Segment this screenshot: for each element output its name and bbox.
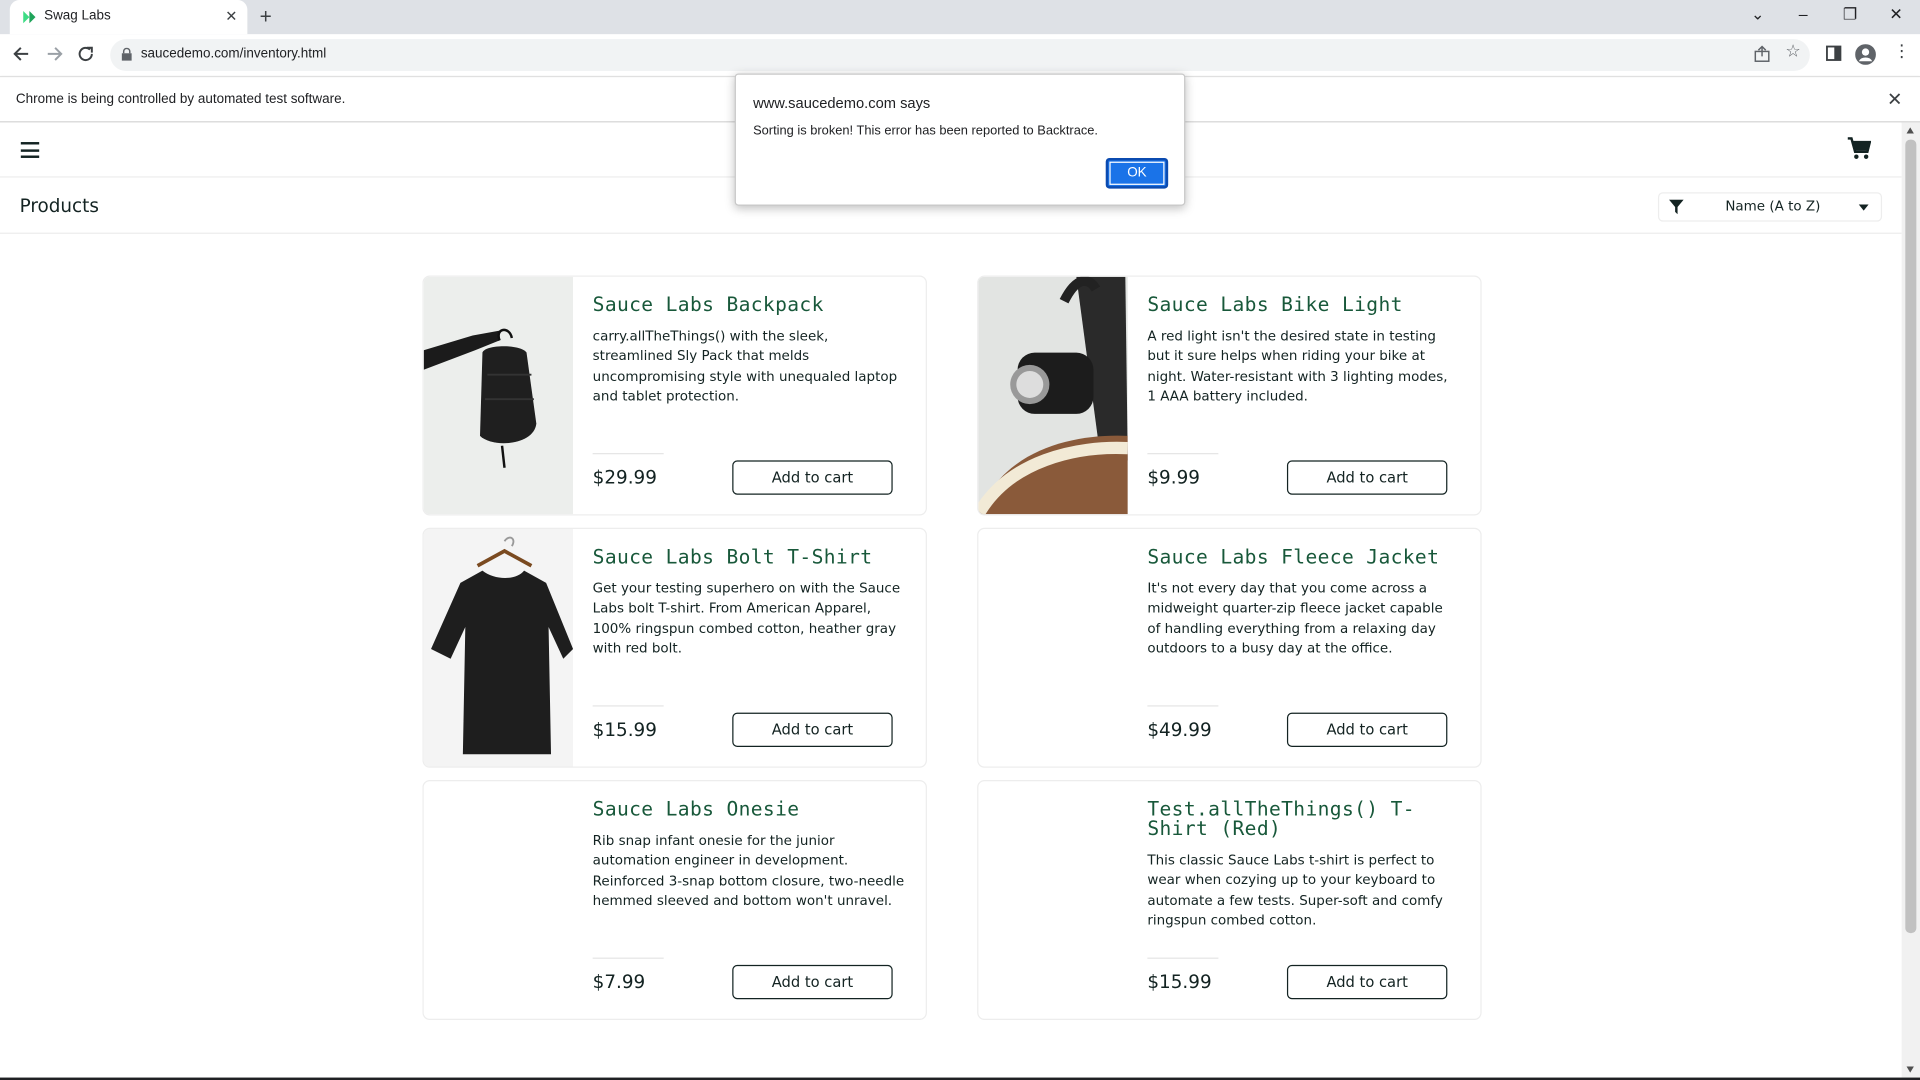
scroll-down-icon[interactable] (1906, 1066, 1914, 1073)
product-image-red-tshirt[interactable] (978, 781, 1127, 1019)
menu-dots-icon[interactable]: ⋮ (1893, 42, 1910, 62)
product-price: $15.99 (1147, 971, 1212, 994)
sort-select[interactable]: Name (A to Z) (1657, 192, 1883, 222)
price-divider (1147, 453, 1219, 455)
product-image-fleece-jacket[interactable] (978, 529, 1127, 767)
share-icon[interactable] (1753, 45, 1770, 62)
minimize-icon[interactable]: – (1799, 5, 1808, 23)
page-scrollbar[interactable] (1901, 122, 1920, 1080)
infobar-message: Chrome is being controlled by automated … (15, 91, 346, 107)
address-bar[interactable]: saucedemo.com/inventory.html (110, 39, 1810, 72)
lock-icon (121, 47, 132, 61)
side-panel-icon[interactable] (1826, 45, 1842, 61)
product-name-link[interactable]: Sauce Labs Fleece Jacket (1147, 547, 1459, 567)
add-to-cart-button[interactable]: Add to cart (732, 964, 893, 1000)
dialog-ok-button[interactable]: OK (1105, 157, 1169, 189)
scrollbar-thumb[interactable] (1905, 139, 1917, 934)
product-image-bike-light[interactable] (978, 276, 1128, 515)
dialog-title: www.saucedemo.com says (753, 94, 931, 112)
inventory-item: Sauce Labs Fleece Jacket It's not every … (977, 527, 1482, 768)
price-divider (592, 705, 664, 707)
restore-icon[interactable]: ❐ (1843, 5, 1857, 25)
add-to-cart-button[interactable]: Add to cart (732, 460, 893, 495)
product-description: It's not every day that you come across … (1147, 580, 1443, 657)
reload-icon[interactable] (75, 43, 97, 65)
product-image-bolt-tshirt[interactable] (423, 528, 574, 767)
bookmark-star-icon[interactable]: ☆ (1785, 42, 1800, 62)
dialog-message: Sorting is broken! This error has been r… (753, 123, 1099, 139)
product-price: $29.99 (592, 466, 657, 489)
alert-dialog: www.saucedemo.com says Sorting is broken… (734, 73, 1186, 206)
product-price: $15.99 (592, 718, 657, 741)
infobar-close-icon[interactable]: ✕ (1887, 88, 1902, 110)
inventory-page: Products Name (A to Z) Sauce Labs Backpa… (0, 122, 1902, 1080)
add-to-cart-button[interactable]: Add to cart (1286, 712, 1448, 747)
shopping-cart-icon[interactable] (1847, 137, 1872, 159)
add-to-cart-button[interactable]: Add to cart (732, 712, 893, 747)
product-price: $49.99 (1147, 718, 1212, 741)
hamburger-menu-icon[interactable] (20, 142, 40, 158)
tab-close-icon[interactable]: ✕ (225, 7, 237, 24)
product-description: carry.allTheThings() with the sleek, str… (592, 328, 898, 404)
page-title: Products (19, 194, 99, 217)
tab-title: Swag Labs (44, 8, 111, 24)
profile-avatar-icon[interactable] (1855, 44, 1876, 65)
product-name-link[interactable]: Sauce Labs Bolt T-Shirt (593, 547, 905, 567)
chevron-down-icon (1858, 204, 1869, 211)
inventory-item: Sauce Labs Bolt T-Shirt Get your testing… (422, 527, 927, 768)
inventory-item: Sauce Labs Backpack carry.allTheThings()… (422, 275, 927, 516)
swag-labs-logo-icon (23, 11, 36, 24)
close-window-icon[interactable]: ✕ (1889, 5, 1902, 25)
add-to-cart-button[interactable]: Add to cart (1286, 460, 1448, 495)
forward-icon[interactable] (43, 43, 65, 65)
product-description: This classic Sauce Labs t-shirt is perfe… (1147, 852, 1443, 929)
product-image-backpack[interactable] (423, 276, 574, 515)
inventory-item: Sauce Labs Onesie Rib snap infant onesie… (422, 780, 927, 1021)
scroll-up-icon[interactable] (1906, 127, 1914, 134)
product-description: A red light isn't the desired state in t… (1147, 328, 1448, 404)
price-divider (592, 453, 664, 455)
product-name-link[interactable]: Sauce Labs Onesie (593, 799, 905, 820)
browser-toolbar: saucedemo.com/inventory.html ☆ ⋮ (0, 34, 1920, 76)
price-divider (1147, 957, 1219, 959)
url-text: saucedemo.com/inventory.html (140, 46, 327, 62)
back-icon[interactable] (11, 43, 33, 65)
product-description: Get your testing superhero on with the S… (592, 580, 901, 657)
inventory-item: Test.allTheThings() T-Shirt (Red) This c… (977, 780, 1482, 1021)
product-name-link[interactable]: Sauce Labs Backpack (593, 294, 905, 315)
product-description: Rib snap infant onesie for the junior au… (592, 832, 905, 909)
filter-icon (1668, 199, 1684, 215)
product-price: $9.99 (1147, 466, 1200, 489)
tab-search-icon[interactable]: ⌄ (1751, 5, 1764, 25)
product-price: $7.99 (592, 971, 646, 994)
browser-window: Swag Labs ✕ + ⌄ – ❐ ✕ saucedemo.com/inve… (0, 0, 1920, 1080)
new-tab-icon[interactable]: + (260, 5, 272, 29)
tab-strip: Swag Labs ✕ + ⌄ – ❐ ✕ (0, 0, 1920, 35)
inventory-item: Sauce Labs Bike Light A red light isn't … (977, 275, 1482, 516)
product-name-link[interactable]: Sauce Labs Bike Light (1147, 294, 1459, 315)
add-to-cart-button[interactable]: Add to cart (1286, 964, 1448, 1000)
price-divider (1147, 705, 1219, 707)
price-divider (592, 957, 664, 959)
sort-selected-value: Name (A to Z) (1725, 198, 1821, 215)
product-image-onesie[interactable] (424, 781, 573, 1019)
product-name-link[interactable]: Test.allTheThings() T-Shirt (Red) (1147, 799, 1459, 839)
tab-swag-labs[interactable]: Swag Labs ✕ (9, 0, 248, 35)
